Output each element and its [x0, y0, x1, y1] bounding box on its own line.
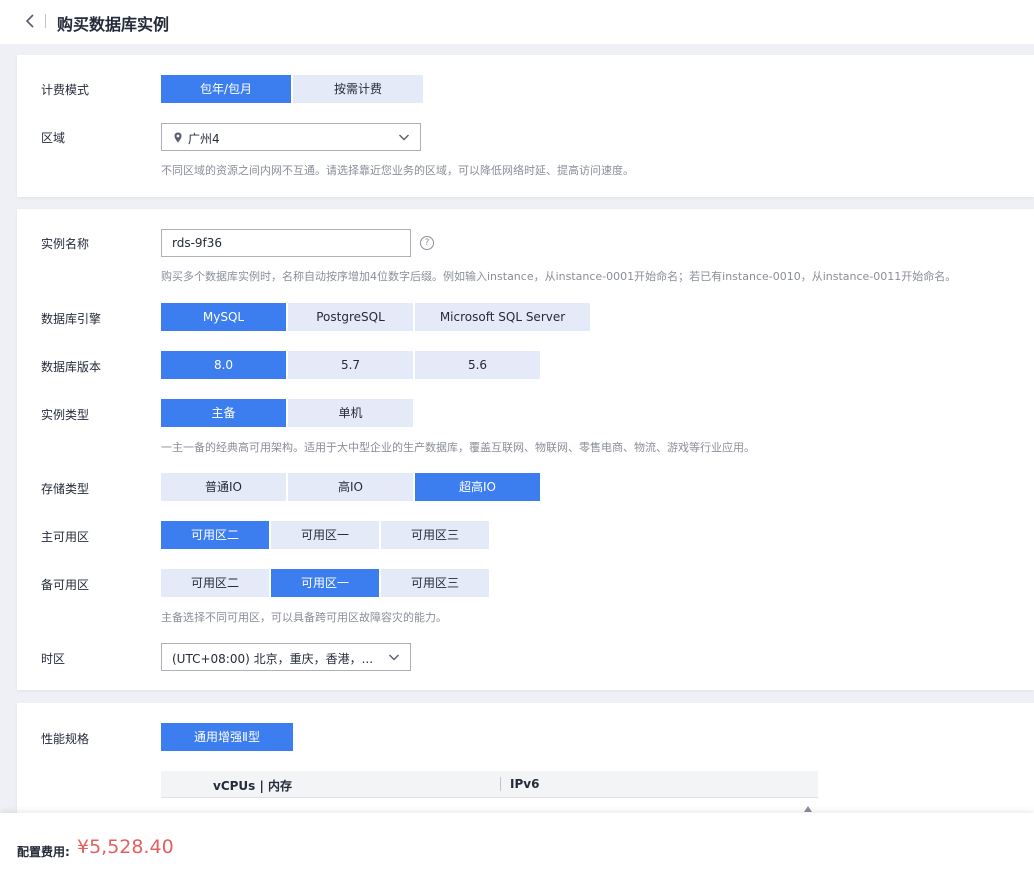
storage-option-ultra-high-io[interactable]: 超高IO	[415, 473, 540, 501]
page-title: 购买数据库实例	[57, 15, 170, 34]
billing-region-card: 计费模式 包年/包月 按需计费 区域 广州4 不同区域的资源之间内网不互通。请选…	[17, 55, 1034, 197]
primary-az-option-1[interactable]: 可用区一	[271, 521, 379, 549]
billing-mode-label: 计费模式	[41, 83, 90, 97]
help-icon[interactable]: ?	[420, 236, 434, 250]
location-pin-icon	[174, 132, 182, 143]
standby-az-option-1[interactable]: 可用区一	[271, 569, 379, 597]
instance-name-hint: 购买多个数据库实例时，名称自动按序增加4位数字后缀。例如输入instance，从…	[161, 270, 957, 283]
instance-type-label: 实例类型	[41, 408, 90, 422]
timezone-label: 时区	[41, 652, 66, 666]
instance-type-hint: 一主一备的经典高可用架构。适用于大中型企业的生产数据库，覆盖互联网、物联网、零售…	[161, 441, 755, 454]
timezone-select[interactable]: (UTC+08:00) 北京，重庆，香港，...	[161, 643, 411, 671]
spec-tab-general-enhanced-ii[interactable]: 通用增强Ⅱ型	[161, 723, 293, 751]
config-fee-value: ¥5,528.40	[77, 836, 174, 858]
storage-option-high-io[interactable]: 高IO	[288, 473, 413, 501]
primary-az-option-2[interactable]: 可用区二	[161, 521, 269, 549]
standby-az-option-2[interactable]: 可用区二	[161, 569, 269, 597]
primary-az-option-3[interactable]: 可用区三	[381, 521, 489, 549]
column-header-ipv6[interactable]: IPv6	[510, 777, 539, 791]
header-divider	[45, 14, 46, 28]
db-engine-label: 数据库引擎	[41, 312, 102, 326]
chevron-down-icon	[398, 131, 410, 143]
engine-option-postgresql[interactable]: PostgreSQL	[288, 303, 413, 331]
spec-table-header: vCPUs | 内存 IPv6	[161, 771, 818, 798]
instance-type-single[interactable]: 单机	[288, 399, 413, 427]
standby-az-label: 备可用区	[41, 578, 90, 592]
billing-option-yearly-monthly[interactable]: 包年/包月	[161, 75, 291, 103]
version-option-5-6[interactable]: 5.6	[415, 351, 540, 379]
instance-config-card: 实例名称 ? 购买多个数据库实例时，名称自动按序增加4位数字后缀。例如输入ins…	[17, 209, 1034, 690]
performance-spec-label: 性能规格	[41, 732, 90, 746]
region-value: 广州4	[188, 132, 220, 146]
engine-option-mysql[interactable]: MySQL	[161, 303, 286, 331]
standby-az-hint: 主备选择不同可用区，可以具备跨可用区故障容灾的能力。	[161, 611, 447, 624]
version-option-5-7[interactable]: 5.7	[288, 351, 413, 379]
instance-name-label: 实例名称	[41, 237, 90, 251]
config-fee-label: 配置费用:	[17, 845, 70, 859]
instance-name-input[interactable]	[161, 229, 411, 257]
back-arrow-icon[interactable]	[24, 12, 38, 30]
version-option-8-0[interactable]: 8.0	[161, 351, 286, 379]
fee-footer: 配置费用: ¥5,528.40	[0, 813, 1034, 871]
region-hint: 不同区域的资源之间内网不互通。请选择靠近您业务的区域，可以降低网络时延、提高访问…	[161, 164, 634, 177]
storage-type-label: 存储类型	[41, 482, 90, 496]
primary-az-label: 主可用区	[41, 530, 90, 544]
standby-az-option-3[interactable]: 可用区三	[381, 569, 489, 597]
billing-option-pay-per-use[interactable]: 按需计费	[293, 75, 423, 103]
scrollbar-up-arrow-icon[interactable]	[804, 806, 812, 812]
storage-option-normal-io[interactable]: 普通IO	[161, 473, 286, 501]
page-header: 购买数据库实例	[0, 0, 1034, 44]
chevron-down-icon	[388, 651, 400, 663]
instance-type-ha[interactable]: 主备	[161, 399, 286, 427]
region-select[interactable]: 广州4	[161, 123, 421, 151]
column-separator	[500, 777, 501, 791]
db-version-label: 数据库版本	[41, 360, 102, 374]
region-label: 区域	[41, 131, 66, 145]
column-header-vcpus-memory[interactable]: vCPUs | 内存	[213, 777, 292, 794]
timezone-value: (UTC+08:00) 北京，重庆，香港，...	[172, 652, 374, 666]
engine-option-sqlserver[interactable]: Microsoft SQL Server	[415, 303, 590, 331]
